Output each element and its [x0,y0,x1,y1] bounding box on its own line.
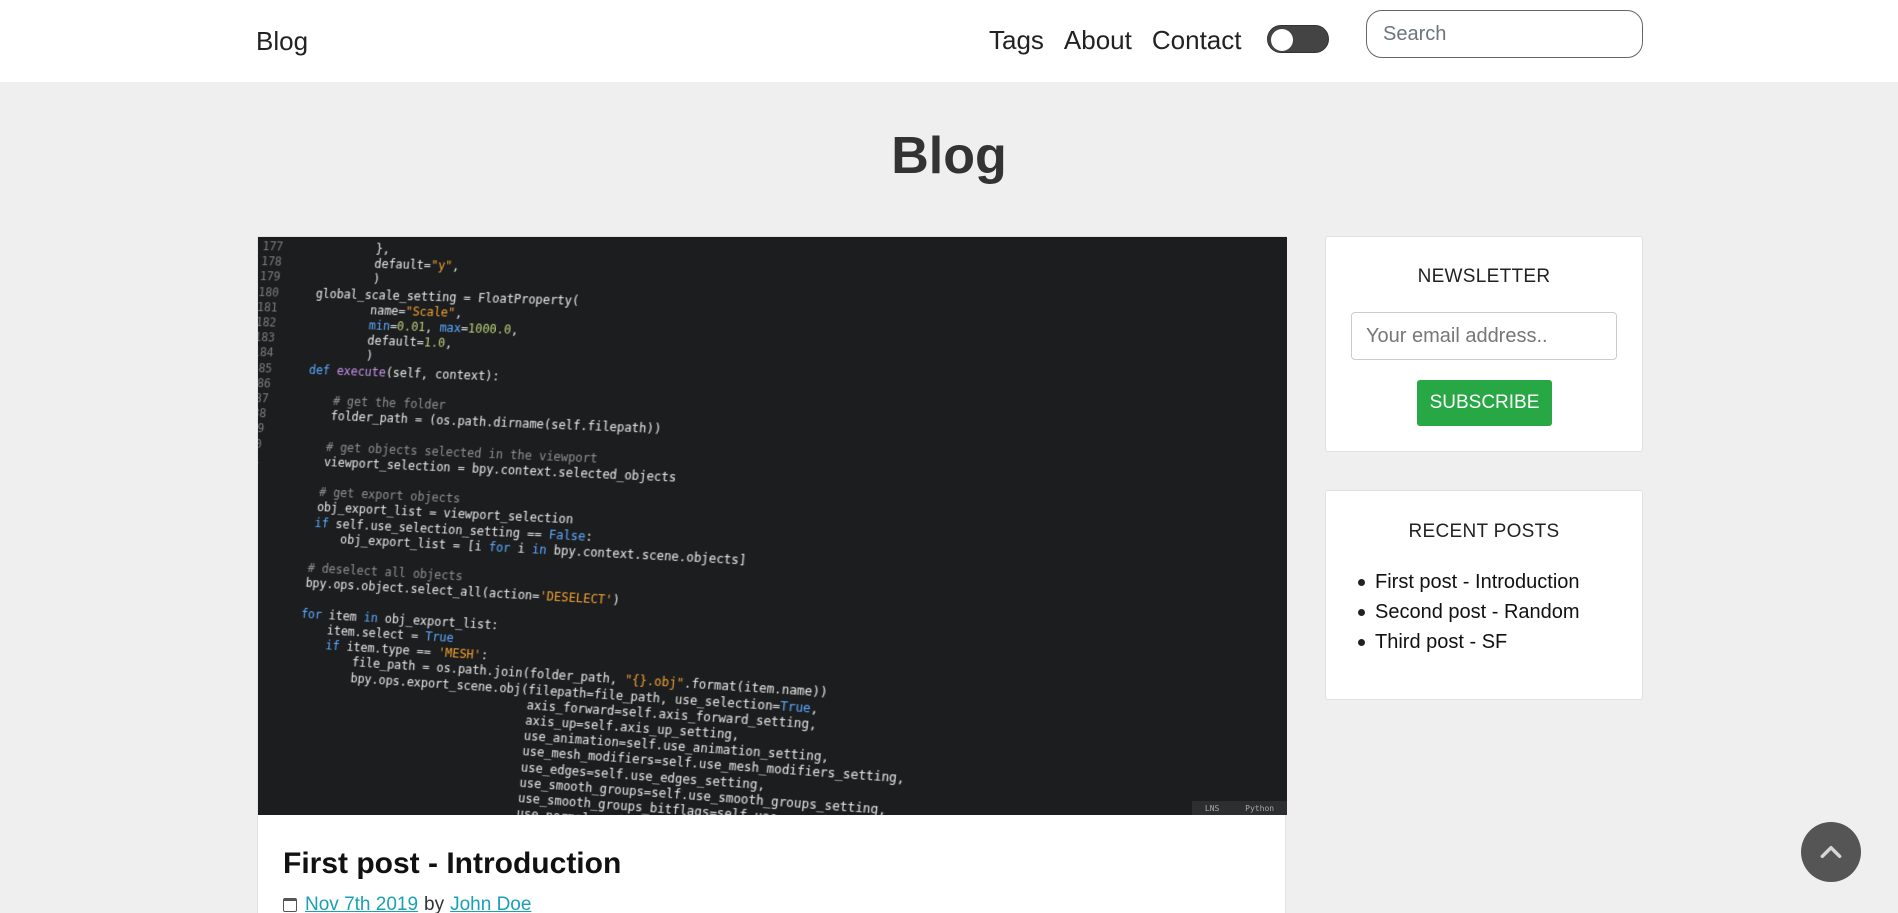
top-navbar: Blog Tags About Contact [0,0,1898,82]
newsletter-title: NEWSLETTER [1417,266,1551,287]
post-cover-image[interactable]: 177 }, 178 default="y", 179 ) 180 global_sc… [258,237,1287,815]
line-number: 177 [261,239,284,254]
code-text: folder_path = (os.path.dirname(self.file… [274,406,662,437]
line-number: 188 [258,405,267,421]
post-title-link[interactable]: First post - Introduction [283,847,621,881]
list-item: Second post - Random [1358,597,1580,627]
post-author-link[interactable]: John Doe [450,894,531,913]
line-number: 185 [258,360,273,376]
line-number: 183 [258,330,276,345]
email-field[interactable] [1351,312,1617,360]
back-to-top-button[interactable] [1801,822,1861,882]
recent-posts-widget: RECENT POSTS First post - Introduction S… [1325,490,1643,700]
search-input[interactable] [1366,10,1643,58]
line-number: 187 [258,390,270,406]
post-date-link[interactable]: Nov 7th 2019 [305,894,418,913]
post-card: 177 }, 178 default="y", 179 ) 180 global_sc… [257,236,1287,913]
line-number: 189 [258,420,265,436]
toggle-knob [1271,29,1293,51]
code-line: 186 [258,375,281,391]
code-text: ) [289,270,381,287]
line-number: 186 [258,375,272,391]
recent-post-link[interactable]: First post - Introduction [1375,571,1580,593]
post-by-text: by [424,894,445,913]
list-item: First post - Introduction [1358,567,1580,597]
status-text: LNS [1204,803,1220,813]
code-line: 188 folder_path = (os.path.dirname(self.… [258,406,662,438]
nav-link-tags[interactable]: Tags [989,24,1044,56]
post-meta: Nov 7th 2019 by John Doe [283,894,531,913]
code-text: ) [282,346,374,364]
code-screenshot: 177 }, 178 default="y", 179 ) 180 global_sc… [258,237,1287,815]
calendar-icon [283,898,297,912]
line-number: 184 [258,345,275,360]
editor-status-strip: LNS Python [1192,801,1287,815]
line-number: 180 [258,284,280,300]
line-number: 192 [258,466,267,481]
main-nav: Tags About Contact [989,24,1261,56]
line-number: 181 [258,299,279,315]
newsletter-widget: NEWSLETTER SUBSCRIBE [1325,236,1643,452]
page-title: Blog [891,127,1007,185]
nav-link-contact[interactable]: Contact [1152,24,1242,56]
line-number: 178 [260,254,283,269]
code-text: def execute(self, context): [308,362,501,384]
code-line: 185 def execute(self, context): [258,360,500,384]
code-line: 192 [258,466,267,482]
recent-post-link[interactable]: Third post - SF [1375,631,1507,653]
brand-link[interactable]: Blog [256,26,308,57]
code-line: 189 [258,421,274,437]
recent-posts-title: RECENT POSTS [1408,521,1560,542]
line-number: 179 [259,269,282,284]
line-number: 182 [258,314,277,330]
code-text: }, [291,239,391,257]
theme-toggle[interactable] [1267,25,1329,53]
recent-posts-list: First post - Introduction Second post - … [1358,567,1580,657]
nav-link-about[interactable]: About [1064,24,1132,56]
status-text: Python [1245,803,1275,813]
chevron-up-icon [1820,845,1842,859]
list-item: Third post - SF [1358,627,1580,657]
recent-post-link[interactable]: Second post - Random [1375,601,1580,623]
subscribe-button[interactable]: SUBSCRIBE [1417,380,1552,426]
